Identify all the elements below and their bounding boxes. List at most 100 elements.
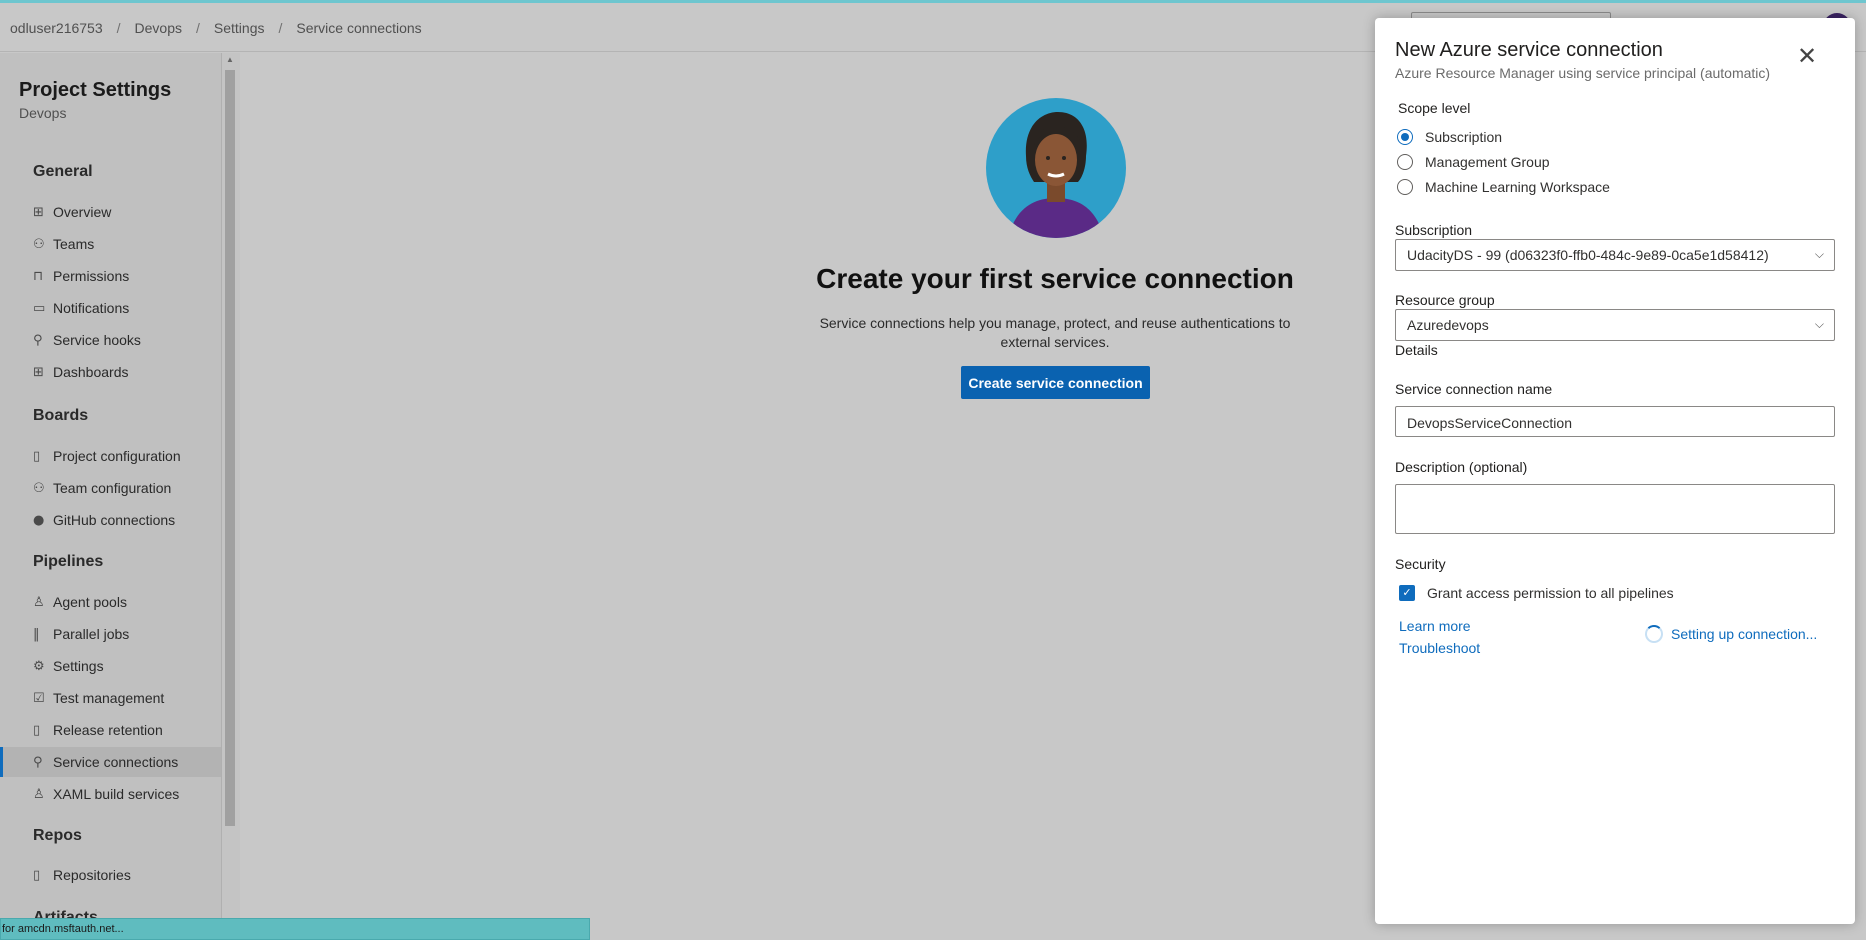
overview-icon: ⊞: [33, 204, 44, 220]
resource-group-value: Azuredevops: [1407, 317, 1489, 333]
sidebar-item-service-connections[interactable]: ⚲ Service connections: [0, 747, 221, 777]
github-icon: ●: [33, 512, 45, 528]
radio-label: Management Group: [1425, 154, 1550, 170]
radio-label: Machine Learning Workspace: [1425, 179, 1610, 195]
sidebar-item-label: Dashboards: [53, 364, 129, 380]
sidebar-item-teams[interactable]: ⚇ Teams: [0, 229, 221, 259]
sidebar-item-label: Teams: [53, 236, 95, 252]
grant-access-checkbox-row[interactable]: ✓ Grant access permission to all pipelin…: [1399, 585, 1674, 601]
sidebar-item-label: Release retention: [53, 722, 163, 738]
sidebar-title: Project Settings: [19, 79, 172, 101]
resource-group-dropdown[interactable]: Azuredevops ⌵: [1395, 309, 1835, 341]
create-service-connection-button[interactable]: Create service connection: [961, 366, 1150, 399]
breadcrumb-org[interactable]: odluser216753: [10, 20, 103, 36]
phone-icon: ▯: [33, 722, 41, 738]
radio-management-group[interactable]: Management Group: [1397, 154, 1550, 170]
breadcrumb-separator: /: [116, 20, 121, 36]
breadcrumb-settings[interactable]: Settings: [214, 20, 265, 36]
agent-icon: ♙: [33, 594, 45, 610]
sidebar-item-agent-pools[interactable]: ♙ Agent pools: [0, 587, 221, 617]
details-label: Details: [1395, 342, 1438, 358]
sidebar-item-github-connections[interactable]: ● GitHub connections: [0, 505, 221, 535]
comment-icon: ▭: [33, 300, 46, 316]
sidebar-item-label: Notifications: [53, 300, 130, 316]
resource-group-label: Resource group: [1395, 292, 1495, 308]
sidebar-item-dashboards[interactable]: ⊞ Dashboards: [0, 357, 221, 387]
status-text: Setting up connection...: [1671, 626, 1818, 642]
sidebar-item-repositories[interactable]: ▯ Repositories: [0, 860, 221, 890]
sidebar-item-overview[interactable]: ⊞ Overview: [0, 197, 221, 227]
service-connection-name-label: Service connection name: [1395, 381, 1553, 397]
sidebar-item-project-configuration[interactable]: ▯ Project configuration: [0, 441, 221, 471]
description-textarea[interactable]: [1395, 484, 1835, 534]
sidebar-item-label: Project configuration: [53, 448, 181, 464]
parallel-icon: ‖: [33, 626, 40, 642]
sidebar-item-label: Overview: [53, 204, 112, 220]
repository-icon: ▯: [33, 867, 41, 883]
breadcrumb-separator: /: [278, 20, 283, 36]
sidebar-item-team-configuration[interactable]: ⚇ Team configuration: [0, 473, 221, 503]
sidebar-scroll-thumb[interactable]: [225, 70, 235, 826]
section-general: General: [33, 163, 93, 180]
dashboard-icon: ⊞: [33, 364, 44, 380]
radio-button[interactable]: [1397, 129, 1413, 145]
spinner-icon: [1645, 625, 1663, 643]
sidebar-item-parallel-jobs[interactable]: ‖ Parallel jobs: [0, 619, 221, 649]
sidebar-item-test-management[interactable]: ☑ Test management: [0, 683, 221, 713]
sidebar-item-label: Team configuration: [53, 480, 172, 496]
new-service-connection-panel: New Azure service connection Azure Resou…: [1375, 18, 1855, 924]
description-label: Description (optional): [1395, 459, 1528, 475]
subscription-label: Subscription: [1395, 222, 1473, 238]
plug-icon: ⚲: [33, 332, 43, 348]
troubleshoot-link[interactable]: Troubleshoot: [1399, 640, 1480, 656]
sidebar-item-notifications[interactable]: ▭ Notifications: [0, 293, 221, 323]
radio-subscription[interactable]: Subscription: [1397, 129, 1502, 145]
person-illustration: [986, 98, 1126, 238]
breadcrumb-service-connections[interactable]: Service connections: [296, 20, 421, 36]
sidebar: Project Settings Devops General ⊞ Overvie…: [0, 53, 222, 940]
section-pipelines: Pipelines: [33, 553, 104, 570]
sidebar-item-permissions[interactable]: ⊓ Permissions: [0, 261, 221, 291]
radio-machine-learning-workspace[interactable]: Machine Learning Workspace: [1397, 179, 1610, 195]
subscription-dropdown[interactable]: UdacityDS - 99 (d06323f0-ffb0-484c-9e89-…: [1395, 239, 1835, 271]
sidebar-item-label: Parallel jobs: [53, 626, 130, 642]
service-connection-name-input[interactable]: DevopsServiceConnection: [1395, 406, 1835, 437]
lock-icon: ⊓: [33, 268, 44, 284]
panel-title: New Azure service connection: [1395, 39, 1663, 61]
sidebar-item-release-retention[interactable]: ▯ Release retention: [0, 715, 221, 745]
sidebar-item-label: Agent pools: [53, 594, 127, 610]
sidebar-subtitle: Devops: [19, 105, 67, 121]
sidebar-item-label: Settings: [53, 658, 104, 674]
teams-icon: ⚇: [33, 236, 45, 252]
sidebar-item-label: GitHub connections: [53, 512, 176, 528]
sidebar-item-service-hooks[interactable]: ⚲ Service hooks: [0, 325, 221, 355]
breadcrumb-project[interactable]: Devops: [135, 20, 182, 36]
radio-button[interactable]: [1397, 179, 1413, 195]
checkmark-icon[interactable]: ✓: [1399, 585, 1415, 601]
sidebar-item-label: Repositories: [53, 867, 131, 883]
browser-status-bar: for amcdn.msftauth.net...: [0, 918, 590, 940]
close-icon[interactable]: ✕: [1793, 42, 1821, 70]
sidebar-item-label: Service hooks: [53, 332, 141, 348]
section-repos: Repos: [33, 827, 82, 844]
security-label: Security: [1395, 556, 1446, 572]
radio-button[interactable]: [1397, 154, 1413, 170]
radio-label: Subscription: [1425, 129, 1503, 145]
scroll-up-arrow-icon[interactable]: ▲: [226, 55, 234, 64]
learn-more-link[interactable]: Learn more: [1399, 618, 1471, 634]
panel-subtitle: Azure Resource Manager using service pri…: [1395, 65, 1771, 81]
grant-access-label: Grant access permission to all pipelines: [1427, 585, 1674, 601]
sidebar-item-label: Permissions: [53, 268, 130, 284]
breadcrumb-separator: /: [196, 20, 200, 36]
plug-icon: ⚲: [33, 754, 43, 770]
section-boards: Boards: [33, 407, 89, 424]
sidebar-item-label: Service connections: [53, 754, 179, 770]
scope-level-label: Scope level: [1398, 100, 1471, 116]
sidebar-item-xaml-build-services[interactable]: ♙ XAML build services: [0, 779, 221, 809]
gear-icon: ⚙: [33, 658, 45, 674]
empty-state-heading: Create your first service connection: [816, 263, 1294, 294]
agent-icon: ♙: [33, 786, 45, 802]
sidebar-item-label: XAML build services: [53, 786, 180, 802]
subscription-value: UdacityDS - 99 (d06323f0-ffb0-484c-9e89-…: [1407, 247, 1769, 263]
sidebar-item-settings[interactable]: ⚙ Settings: [0, 651, 221, 681]
